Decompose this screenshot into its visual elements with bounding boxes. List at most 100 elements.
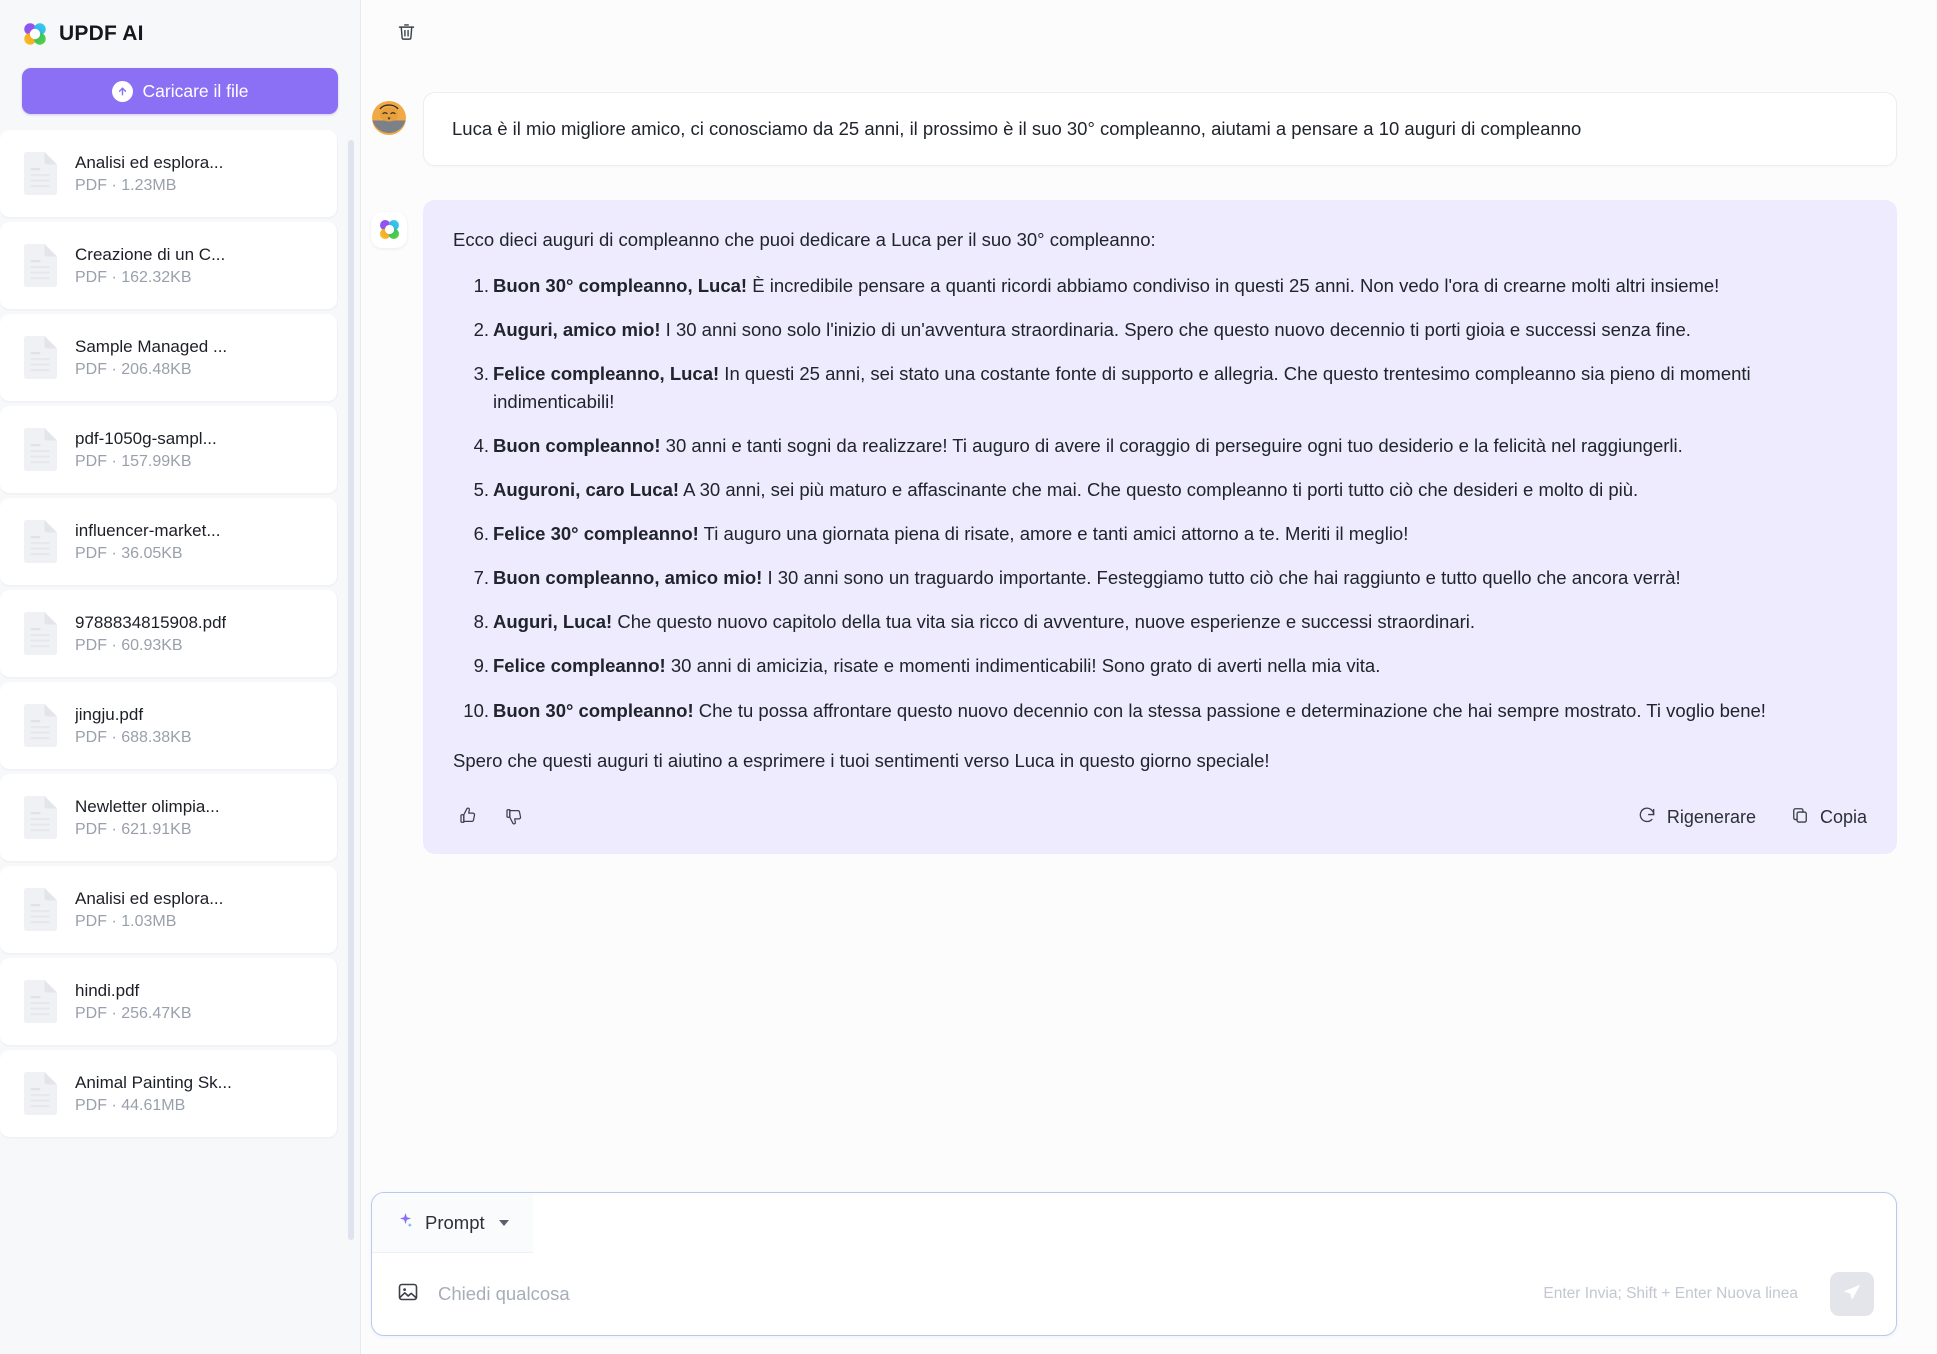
user-message-text: Luca è il mio migliore amico, ci conosci…: [423, 92, 1897, 166]
document-icon: [22, 427, 59, 472]
wish-title: Felice compleanno, Luca!: [493, 362, 720, 384]
file-name: Analisi ed esplora...: [75, 888, 224, 908]
file-list-item[interactable]: jingju.pdf PDF · 688.38KB: [0, 682, 338, 770]
thumbs-up-button[interactable]: [453, 802, 483, 832]
copy-icon: [1790, 805, 1810, 830]
composer-input-row[interactable]: Chiedi qualcosa Enter Invia; Shift + Ent…: [372, 1253, 1896, 1335]
brand-title: UPDF AI: [59, 22, 144, 45]
sidebar: UPDF AI Caricare il file Analisi ed espl…: [0, 0, 361, 1354]
file-list-item[interactable]: Analisi ed esplora... PDF · 1.03MB: [0, 866, 338, 954]
image-icon[interactable]: [396, 1280, 420, 1309]
file-meta: Sample Managed ... PDF · 206.48KB: [75, 337, 227, 379]
wish-item: Auguroni, caro Luca! A 30 anni, sei più …: [457, 476, 1867, 504]
thumbs-down-button[interactable]: [499, 802, 529, 832]
document-icon: [22, 979, 59, 1024]
updf-clover-logo-icon: [22, 21, 48, 47]
thumbs-up-icon: [458, 806, 478, 829]
file-name: 9788834815908.pdf: [75, 612, 227, 632]
wish-body: Che tu possa affrontare questo nuovo dec…: [693, 699, 1766, 721]
file-list[interactable]: Analisi ed esplora... PDF · 1.23MB Creazi…: [0, 130, 360, 1354]
file-list-item[interactable]: Animal Painting Sk... PDF · 44.61MB: [0, 1050, 338, 1138]
file-meta: Analisi ed esplora... PDF · 1.23MB: [75, 153, 223, 195]
file-name: hindi.pdf: [75, 980, 140, 1000]
file-name: Creazione di un C...: [75, 244, 226, 264]
file-size: PDF · 162.32KB: [75, 268, 192, 286]
copy-button[interactable]: Copia: [1790, 805, 1867, 830]
sidebar-scrollbar[interactable]: [348, 140, 354, 1240]
file-name: Animal Painting Sk...: [75, 1072, 232, 1092]
file-name: Sample Managed ...: [75, 336, 228, 356]
prompt-selector[interactable]: Prompt: [372, 1193, 533, 1253]
wish-item: Auguri, Luca! Che questo nuovo capitolo …: [457, 608, 1867, 636]
wish-title: Felice compleanno!: [493, 655, 666, 677]
composer-container: Prompt Chiedi qualcosa Enter Invia; Shif…: [361, 1192, 1937, 1354]
chat-messages[interactable]: Luca è il mio migliore amico, ci conosci…: [361, 62, 1937, 1192]
assistant-intro: Ecco dieci auguri di compleanno che puoi…: [453, 228, 1156, 250]
file-list-item[interactable]: 9788834815908.pdf PDF · 60.93KB: [0, 590, 338, 678]
file-list-item[interactable]: Creazione di un C... PDF · 162.32KB: [0, 222, 338, 310]
wish-body: Che questo nuovo capitolo della tua vita…: [612, 611, 1476, 633]
thumbs-down-icon: [504, 806, 524, 829]
file-size: PDF · 157.99KB: [75, 452, 192, 470]
wish-item: Felice 30° compleanno! Ti auguro una gio…: [457, 520, 1867, 548]
wishes-list: Buon 30° compleanno, Luca! È incredibile…: [457, 272, 1867, 725]
chevron-down-icon: [498, 1219, 509, 1226]
wish-item: Auguri, amico mio! I 30 anni sono solo l…: [457, 316, 1867, 344]
wish-title: Buon compleanno, amico mio!: [493, 567, 763, 589]
refresh-icon: [1637, 805, 1657, 830]
sparkle-icon: [396, 1211, 415, 1235]
file-meta: jingju.pdf PDF · 688.38KB: [75, 705, 192, 747]
file-name: jingju.pdf: [75, 704, 144, 724]
wish-body: È incredibile pensare a quanti ricordi a…: [747, 274, 1720, 296]
document-icon: [22, 335, 59, 380]
trash-icon: [396, 21, 417, 42]
wish-title: Buon 30° compleanno, Luca!: [493, 274, 748, 296]
file-list-item[interactable]: Newletter olimpia... PDF · 621.91KB: [0, 774, 338, 862]
regenerate-button[interactable]: Rigenerare: [1637, 805, 1756, 830]
feedback-buttons: [453, 802, 529, 832]
file-meta: pdf-1050g-sampl... PDF · 157.99KB: [75, 429, 217, 471]
document-icon: [22, 703, 59, 748]
wish-body: I 30 anni sono un traguardo importante. …: [762, 567, 1681, 589]
chat-toolbar: [361, 0, 1937, 62]
document-icon: [22, 519, 59, 564]
wish-item: Felice compleanno, Luca! In questi 25 an…: [457, 360, 1867, 416]
file-size: PDF · 44.61MB: [75, 1096, 186, 1114]
chat-input[interactable]: Chiedi qualcosa: [438, 1283, 1525, 1305]
assistant-bubble: Ecco dieci auguri di compleanno che puoi…: [423, 199, 1897, 855]
upload-file-button[interactable]: Caricare il file: [22, 68, 338, 114]
wish-item: Felice compleanno! 30 anni di amicizia, …: [457, 652, 1867, 680]
file-list-item[interactable]: influencer-market... PDF · 36.05KB: [0, 498, 338, 586]
wish-body: A 30 anni, sei più maturo e affascinante…: [679, 479, 1639, 501]
file-meta: Creazione di un C... PDF · 162.32KB: [75, 245, 225, 287]
wish-title: Buon compleanno!: [493, 434, 661, 456]
regenerate-label: Rigenerare: [1666, 806, 1756, 827]
wish-title: Felice 30° compleanno!: [493, 523, 699, 545]
file-meta: 9788834815908.pdf PDF · 60.93KB: [75, 613, 226, 655]
file-list-item[interactable]: Analisi ed esplora... PDF · 1.23MB: [0, 130, 338, 218]
file-size: PDF · 36.05KB: [75, 544, 183, 562]
document-icon: [22, 611, 59, 656]
file-meta: Analisi ed esplora... PDF · 1.03MB: [75, 889, 223, 931]
wish-title: Auguri, Luca!: [493, 611, 613, 633]
wish-body: I 30 anni sono solo l'inizio di un'avven…: [660, 318, 1691, 340]
wish-item: Buon 30° compleanno, Luca! È incredibile…: [457, 272, 1867, 300]
user-avatar: [371, 100, 407, 136]
upload-file-label: Caricare il file: [142, 80, 249, 101]
wish-title: Auguroni, caro Luca!: [493, 479, 680, 501]
file-list-item[interactable]: pdf-1050g-sampl... PDF · 157.99KB: [0, 406, 338, 494]
wish-title: Buon 30° compleanno!: [493, 699, 694, 721]
file-name: Newletter olimpia...: [75, 796, 220, 816]
document-icon: [22, 795, 59, 840]
send-button[interactable]: [1830, 1272, 1874, 1316]
file-size: PDF · 1.23MB: [75, 176, 177, 194]
delete-chat-button[interactable]: [389, 14, 423, 48]
wish-title: Auguri, amico mio!: [493, 318, 661, 340]
composer: Prompt Chiedi qualcosa Enter Invia; Shif…: [371, 1192, 1897, 1336]
file-list-item[interactable]: Sample Managed ... PDF · 206.48KB: [0, 314, 338, 402]
input-hint: Enter Invia; Shift + Enter Nuova linea: [1543, 1285, 1798, 1302]
file-size: PDF · 688.38KB: [75, 728, 192, 746]
file-size: PDF · 206.48KB: [75, 360, 192, 378]
file-list-item[interactable]: hindi.pdf PDF · 256.47KB: [0, 958, 338, 1046]
document-icon: [22, 1071, 59, 1116]
